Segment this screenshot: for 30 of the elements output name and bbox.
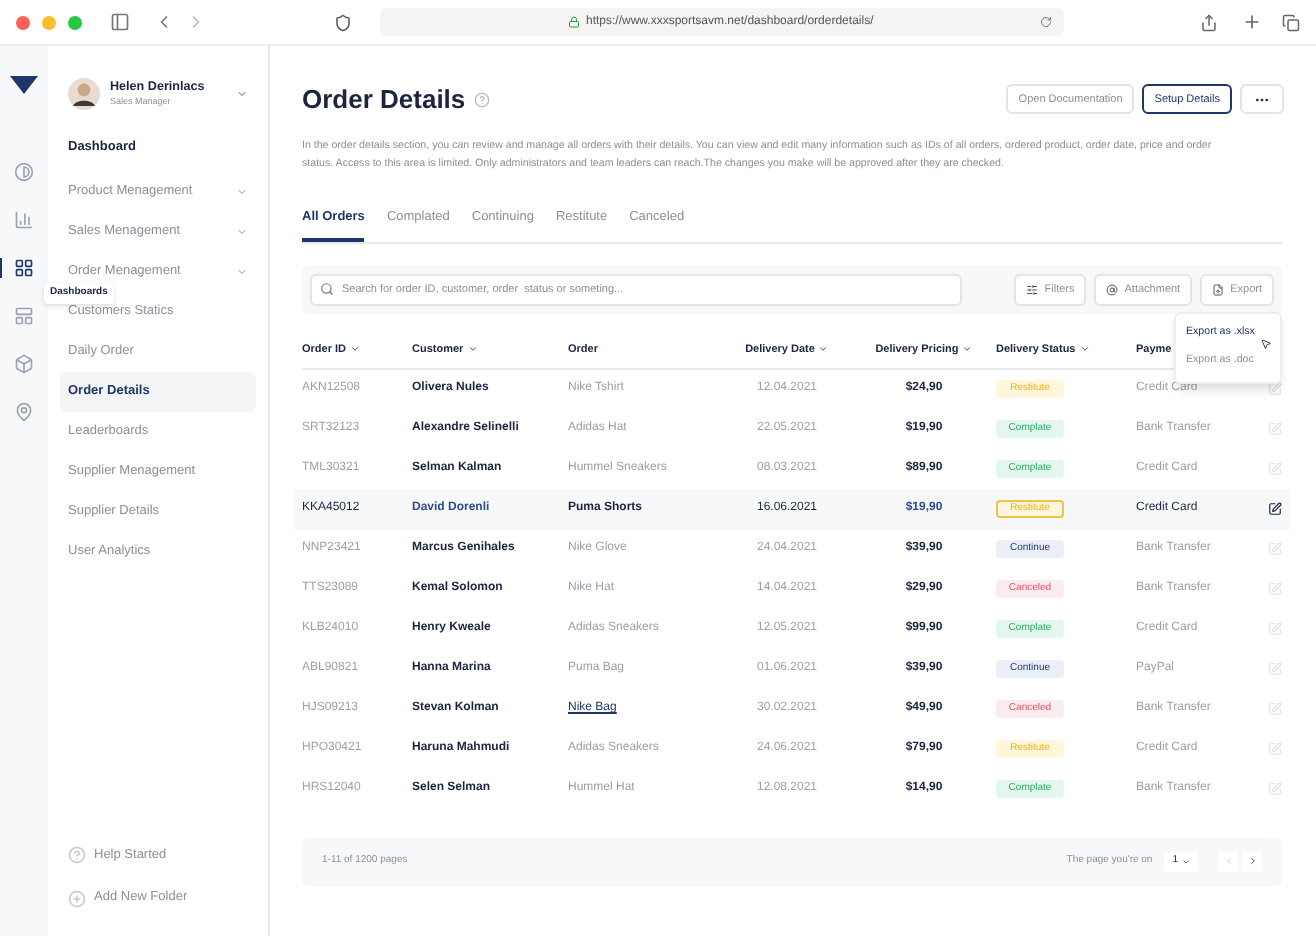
logo-icon[interactable] [10, 76, 38, 94]
shield-icon[interactable] [334, 13, 352, 31]
new-tab-icon[interactable] [1242, 12, 1262, 32]
at-sign-icon [1106, 283, 1119, 296]
caret-icon[interactable] [236, 88, 248, 101]
box-icon[interactable] [14, 354, 34, 374]
help-icon [68, 845, 86, 864]
grid-icon[interactable] [14, 258, 34, 278]
page-title: Order Details [302, 82, 466, 118]
lock-icon [568, 16, 580, 28]
share-icon[interactable] [1200, 13, 1218, 31]
add-icon [68, 889, 86, 908]
contrast-icon[interactable] [14, 162, 34, 182]
next-page-button[interactable] [1242, 851, 1262, 872]
edit-icon[interactable] [1268, 502, 1282, 517]
filter-icon [1026, 283, 1039, 296]
help-icon[interactable] [473, 91, 490, 108]
search-icon [320, 282, 334, 297]
avatar [68, 78, 100, 111]
chart-icon[interactable] [14, 210, 34, 230]
pin-icon[interactable] [14, 402, 34, 422]
export-icon [1212, 283, 1225, 296]
back-icon [1223, 856, 1233, 867]
layout-icon[interactable] [14, 306, 34, 326]
more-button[interactable] [1240, 84, 1284, 115]
sidebar-icon[interactable] [110, 12, 130, 32]
tabs-icon[interactable] [1282, 13, 1300, 31]
forward-icon [1247, 856, 1257, 867]
reload-icon[interactable] [1040, 16, 1052, 28]
cursor-icon [1260, 337, 1272, 350]
